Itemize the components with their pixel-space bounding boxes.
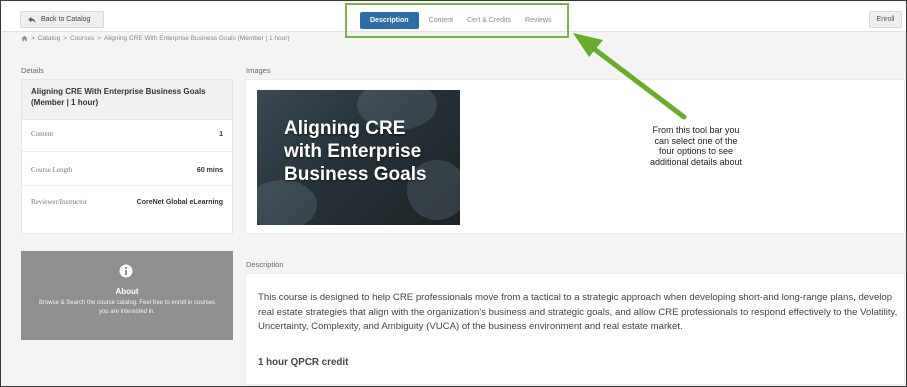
image-title-line: Business Goals — [284, 164, 427, 185]
breadcrumb-separator: > — [97, 35, 102, 42]
details-card: Aligning CRE With Enterprise Business Go… — [21, 79, 233, 234]
home-icon[interactable] — [21, 35, 28, 42]
callout-line: can select one of the — [654, 135, 738, 146]
callout-line: additional details about — [649, 156, 743, 167]
course-title: Aligning CRE With Enterprise Business Go… — [22, 80, 232, 120]
enroll-button[interactable]: Enroll — [869, 11, 902, 28]
callout-line: From this tool bar you — [652, 125, 740, 135]
breadcrumb-courses[interactable]: Courses — [70, 35, 94, 42]
about-text: Browse & Search the course catalog. Feel… — [38, 300, 216, 315]
about-card: About Browse & Search the course catalog… — [21, 251, 233, 340]
detail-key: Course Length — [31, 166, 73, 174]
breadcrumb-catalog[interactable]: Catalog — [38, 35, 60, 42]
annotation-callout: From this tool bar you can select one of… — [621, 125, 771, 167]
course-image-title: Aligning CRE with Enterprise Business Go… — [284, 117, 427, 186]
breadcrumb-separator: > — [63, 35, 67, 42]
about-title: About — [115, 287, 139, 296]
description-text: This course is designed to help CRE prof… — [258, 292, 898, 332]
description-section-label: Description — [246, 260, 284, 269]
description-card: This course is designed to help CRE prof… — [245, 273, 905, 385]
images-card: Aligning CRE with Enterprise Business Go… — [245, 79, 905, 234]
detail-value: CoreNet Global eLearning — [136, 198, 223, 206]
back-arrow-icon — [28, 16, 36, 23]
back-to-catalog-label: Back to Catalog — [41, 16, 91, 23]
detail-key: Content — [31, 130, 54, 138]
breadcrumb-current: Aligning CRE With Enterprise Business Go… — [104, 35, 290, 42]
details-section-label: Details — [21, 66, 44, 75]
callout-line: four options to see — [658, 146, 734, 156]
course-image[interactable]: Aligning CRE with Enterprise Business Go… — [257, 90, 460, 225]
image-texture — [257, 180, 317, 225]
image-title-line: with Enterprise — [284, 141, 422, 162]
detail-value: 1 — [219, 130, 223, 138]
detail-row-content: Content 1 — [31, 130, 223, 138]
images-section-label: Images — [246, 66, 271, 75]
back-to-catalog-button[interactable]: Back to Catalog — [20, 11, 104, 28]
credit-text: 1 hour QPCR credit — [258, 357, 349, 368]
image-title-line: Aligning CRE — [284, 118, 406, 139]
breadcrumb-separator: > — [31, 35, 35, 42]
divider — [22, 185, 232, 186]
breadcrumb: > Catalog > Courses > Aligning CRE With … — [21, 35, 290, 42]
info-icon — [119, 264, 133, 278]
page: Back to Catalog Description Content Cert… — [0, 0, 907, 387]
detail-key: Reviewer/Instructor — [31, 198, 87, 206]
divider — [22, 151, 232, 152]
detail-row-course-length: Course Length 60 mins — [31, 166, 223, 174]
toolbar-highlight-box — [345, 3, 569, 38]
detail-value: 60 mins — [196, 166, 223, 174]
detail-row-instructor: Reviewer/Instructor CoreNet Global eLear… — [31, 198, 223, 206]
